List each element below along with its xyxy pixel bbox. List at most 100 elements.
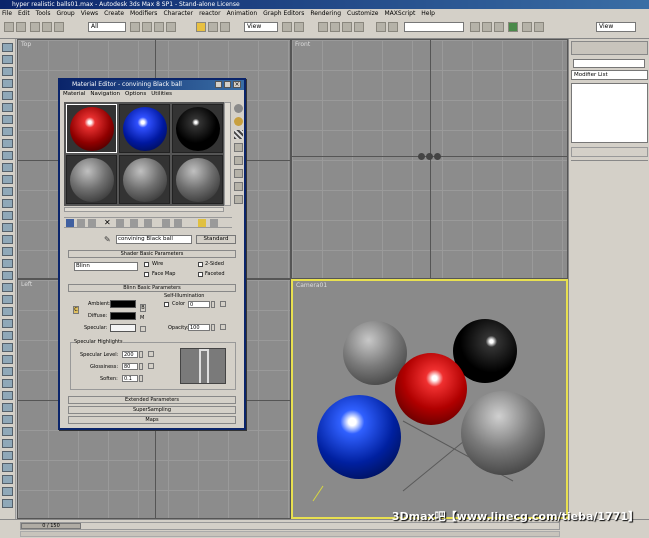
close-icon[interactable]: × xyxy=(233,81,241,88)
move-icon[interactable] xyxy=(196,22,206,32)
tool-icon[interactable] xyxy=(2,247,13,256)
tool-icon[interactable] xyxy=(2,223,13,232)
tool-icon[interactable] xyxy=(2,463,13,472)
blue-ball[interactable] xyxy=(317,395,401,479)
sample-uv-tiling-icon[interactable] xyxy=(234,143,243,152)
select-by-material-icon[interactable] xyxy=(234,195,243,204)
menu-customize[interactable]: Customize xyxy=(347,9,379,19)
curve-editor-icon[interactable] xyxy=(482,22,492,32)
sample-slot-black[interactable] xyxy=(172,104,223,153)
specular-level-spinner[interactable] xyxy=(139,351,143,358)
me-menu-material[interactable]: Material xyxy=(63,90,85,99)
tool-icon[interactable] xyxy=(2,103,13,112)
select-link-icon[interactable] xyxy=(30,22,40,32)
glossiness-spinner[interactable] xyxy=(139,363,143,370)
lock-b-button[interactable]: B xyxy=(140,304,146,312)
material-effects-channel-icon[interactable] xyxy=(144,219,152,227)
supersampling-rollout[interactable]: SuperSampling xyxy=(68,406,236,414)
stack-controls[interactable] xyxy=(571,147,648,157)
schematic-view-icon[interactable] xyxy=(494,22,504,32)
render-scene-icon[interactable] xyxy=(522,22,532,32)
tool-icon[interactable] xyxy=(2,487,13,496)
backlight-icon[interactable] xyxy=(234,117,243,126)
show-map-in-viewport-icon[interactable] xyxy=(162,219,170,227)
tool-icon[interactable] xyxy=(2,79,13,88)
tool-icon[interactable] xyxy=(2,295,13,304)
sample-slots-hscrollbar[interactable] xyxy=(64,207,224,212)
opacity-map-button[interactable] xyxy=(220,324,226,330)
track-bar[interactable] xyxy=(20,531,560,537)
material-name-field[interactable]: convining Black ball xyxy=(116,235,192,244)
tool-icon[interactable] xyxy=(2,475,13,484)
tool-icon[interactable] xyxy=(2,415,13,424)
mirror-icon[interactable] xyxy=(376,22,386,32)
self-illum-color-checkbox[interactable] xyxy=(164,302,169,307)
opacity-field[interactable]: 100 xyxy=(188,324,210,331)
specular-level-map-button[interactable] xyxy=(148,351,154,357)
tool-icon[interactable] xyxy=(2,115,13,124)
tool-icon[interactable] xyxy=(2,355,13,364)
viewport-front[interactable]: Front xyxy=(291,39,568,279)
redo-icon[interactable] xyxy=(16,22,26,32)
soften-field[interactable]: 0.1 xyxy=(122,375,138,382)
faceted-checkbox[interactable] xyxy=(198,272,203,277)
unlink-icon[interactable] xyxy=(42,22,52,32)
pivot-icon[interactable] xyxy=(282,22,292,32)
minimize-icon[interactable] xyxy=(215,81,222,88)
select-by-name-icon[interactable] xyxy=(142,22,152,32)
tool-icon[interactable] xyxy=(2,151,13,160)
menu-create[interactable]: Create xyxy=(104,9,124,19)
menu-modifiers[interactable]: Modifiers xyxy=(130,9,157,19)
tool-icon[interactable] xyxy=(2,175,13,184)
put-to-library-icon[interactable] xyxy=(130,219,138,227)
tool-icon[interactable] xyxy=(2,91,13,100)
specular-level-field[interactable]: 200 xyxy=(122,351,138,358)
video-color-check-icon[interactable] xyxy=(234,156,243,165)
glossiness-field[interactable]: 80 xyxy=(122,363,138,370)
tool-icon[interactable] xyxy=(2,343,13,352)
menu-views[interactable]: Views xyxy=(81,9,98,19)
self-illum-spinner[interactable] xyxy=(211,301,215,308)
shader-type-dropdown[interactable]: Blinn xyxy=(74,262,138,271)
tool-icon[interactable] xyxy=(2,43,13,52)
tool-icon[interactable] xyxy=(2,379,13,388)
tool-icon[interactable] xyxy=(2,283,13,292)
percent-snap-icon[interactable] xyxy=(342,22,352,32)
tool-icon[interactable] xyxy=(2,211,13,220)
sample-slot-blue[interactable] xyxy=(119,104,170,153)
named-selection-dropdown[interactable] xyxy=(404,22,464,32)
pick-material-icon[interactable]: ✎ xyxy=(104,235,113,244)
rect-selection-icon[interactable] xyxy=(154,22,164,32)
make-preview-icon[interactable] xyxy=(234,169,243,178)
layer-manager-icon[interactable] xyxy=(470,22,480,32)
get-material-icon[interactable] xyxy=(66,219,74,227)
tool-icon[interactable] xyxy=(2,199,13,208)
tool-icon[interactable] xyxy=(2,391,13,400)
diffuse-map-button[interactable]: M xyxy=(140,315,144,321)
sample-slots-scrollbar[interactable] xyxy=(224,102,231,206)
ref-coord-dropdown[interactable]: View xyxy=(244,22,278,32)
sample-type-icon[interactable] xyxy=(234,104,243,113)
sample-slot-grey[interactable] xyxy=(172,155,223,204)
two-sided-checkbox[interactable] xyxy=(198,262,203,267)
menu-graph-editors[interactable]: Graph Editors xyxy=(263,9,304,19)
tool-icon[interactable] xyxy=(2,403,13,412)
menu-maxscript[interactable]: MAXScript xyxy=(385,9,416,19)
menu-group[interactable]: Group xyxy=(56,9,74,19)
put-to-scene-icon[interactable] xyxy=(77,219,85,227)
tool-icon[interactable] xyxy=(2,139,13,148)
menu-edit[interactable]: Edit xyxy=(18,9,30,19)
material-editor-icon[interactable] xyxy=(508,22,518,32)
menu-help[interactable]: Help xyxy=(421,9,435,19)
tool-icon[interactable] xyxy=(2,55,13,64)
maximize-icon[interactable] xyxy=(224,81,231,88)
tool-icon[interactable] xyxy=(2,187,13,196)
show-end-result-icon[interactable] xyxy=(174,219,182,227)
manipulate-icon[interactable] xyxy=(294,22,304,32)
self-illum-value-field[interactable]: 0 xyxy=(188,301,210,308)
undo-icon[interactable] xyxy=(4,22,14,32)
tool-icon[interactable] xyxy=(2,319,13,328)
tool-icon[interactable] xyxy=(2,439,13,448)
lock-c-button[interactable]: C xyxy=(73,306,79,314)
diffuse-color-swatch[interactable] xyxy=(110,312,136,320)
